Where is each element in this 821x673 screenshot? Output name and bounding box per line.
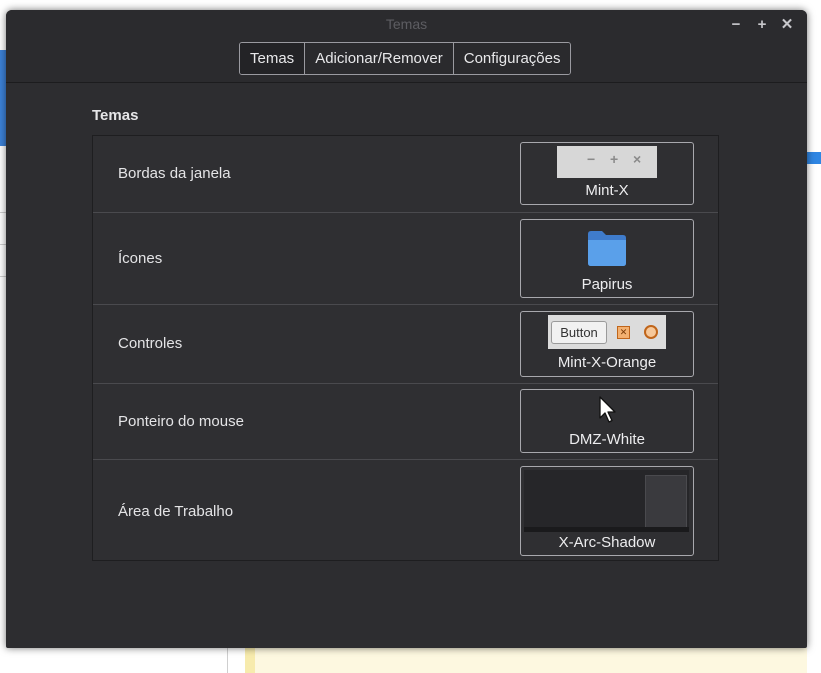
folder-icon <box>588 231 626 266</box>
themes-window: Temas − + ✕ Temas Adicionar/Remover Conf… <box>6 10 807 648</box>
row-window-borders: Bordas da janela − + × Mint-X <box>93 136 718 212</box>
taskbar-preview <box>524 527 689 532</box>
background-panel <box>245 648 807 673</box>
mouse-pointer-theme-button[interactable]: DMZ-White <box>520 389 694 453</box>
desktop-theme-button[interactable]: X-Arc-Shadow <box>520 466 694 556</box>
row-controls: Controles Button ✕ Mint-X-Orange <box>93 304 718 383</box>
window-controls-icon: − + × <box>557 146 657 178</box>
maximize-button[interactable]: + <box>753 16 771 34</box>
background-panel-edge <box>245 648 255 673</box>
section-title: Temas <box>92 107 139 124</box>
row-label: Área de Trabalho <box>118 503 234 520</box>
window-title: Temas <box>385 16 428 32</box>
tab-bar: Temas Adicionar/Remover Configurações <box>239 42 572 75</box>
window-borders-theme-button[interactable]: − + × Mint-X <box>520 142 694 205</box>
row-desktop: Área de Trabalho X-Arc-Shadow <box>93 459 718 560</box>
row-label: Ícones <box>118 250 163 267</box>
theme-name: X-Arc-Shadow <box>558 534 656 551</box>
row-icons: Ícones Papirus <box>93 212 718 304</box>
close-button[interactable]: ✕ <box>778 16 796 34</box>
tab-adicionar-remover[interactable]: Adicionar/Remover <box>304 43 453 74</box>
row-mouse-pointer: Ponteiro do mouse DMZ-White <box>93 383 718 459</box>
controls-theme-button[interactable]: Button ✕ Mint-X-Orange <box>520 311 694 377</box>
controls-preview: Button ✕ <box>548 315 666 349</box>
calendar-widget-icon <box>645 475 687 532</box>
theme-name: Papirus <box>581 276 633 293</box>
background-divider <box>227 648 228 673</box>
tab-temas[interactable]: Temas <box>240 43 305 74</box>
desktop-preview <box>524 470 689 532</box>
row-label: Ponteiro do mouse <box>118 413 244 430</box>
theme-name: Mint-X-Orange <box>557 354 657 371</box>
tab-configuracoes[interactable]: Configurações <box>452 43 571 74</box>
background-app-strip <box>805 152 821 164</box>
theme-name: Mint-X <box>585 182 629 199</box>
minimize-button[interactable]: − <box>727 16 745 34</box>
checkbox-icon: ✕ <box>617 326 630 339</box>
row-label: Controles <box>118 335 183 352</box>
sample-button: Button <box>551 321 607 344</box>
icons-theme-button[interactable]: Papirus <box>520 219 694 298</box>
row-label: Bordas da janela <box>118 165 231 182</box>
title-bar[interactable]: Temas − + ✕ Temas Adicionar/Remover Conf… <box>6 10 807 83</box>
radio-icon <box>644 325 658 339</box>
themes-list: Bordas da janela − + × Mint-X Ícones Pap… <box>92 135 719 561</box>
cursor-icon <box>599 396 616 423</box>
theme-name: DMZ-White <box>569 431 645 448</box>
